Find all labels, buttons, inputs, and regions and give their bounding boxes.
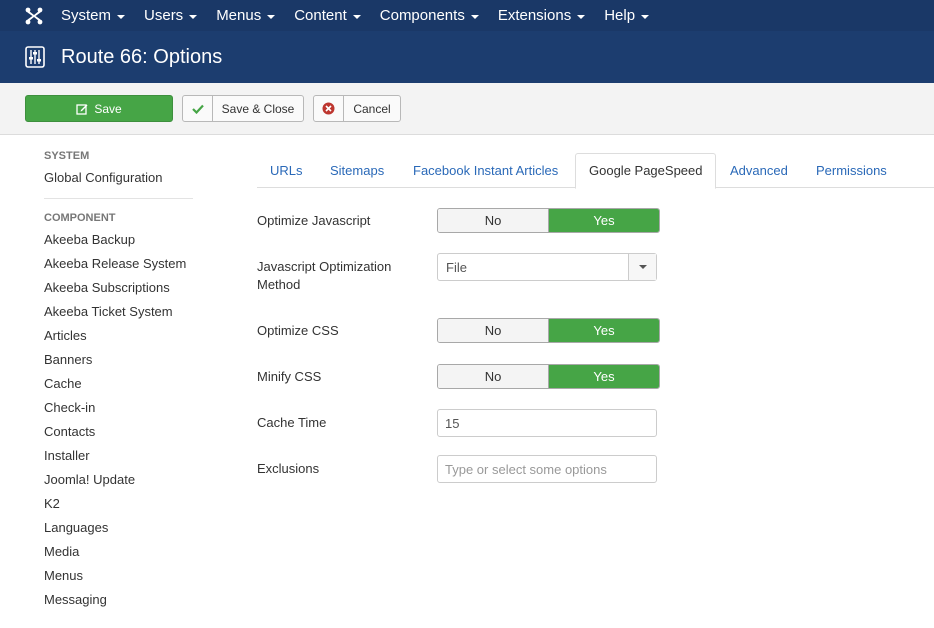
toolbar: Save Save & Close Cancel [0,83,934,135]
options-tabs: URLs Sitemaps Facebook Instant Articles … [257,153,934,189]
menu-label: Users [144,7,184,24]
sidebar: SYSTEM Global Configuration COMPONENT Ak… [44,150,194,612]
tab-sitemaps[interactable]: Sitemaps [317,153,397,188]
menu-users[interactable]: Users [144,7,198,24]
sidebar-item[interactable]: Joomla! Update [44,468,194,492]
sidebar-item[interactable]: Media [44,540,194,564]
caret-down-icon [641,14,650,19]
sidebar-divider [44,198,193,199]
optimize-css-yes-option[interactable]: Yes [549,319,659,342]
tab-facebook-instant-articles[interactable]: Facebook Instant Articles [400,153,571,188]
js-method-select[interactable]: File [437,253,657,281]
menu-label: Help [604,7,636,24]
top-navbar: System Users Menus Content Components Ex… [0,0,934,31]
sidebar-item[interactable]: Menus [44,564,194,588]
sidebar-heading-system: SYSTEM [44,150,90,162]
sidebar-item[interactable]: Banners [44,348,194,372]
minify-css-toggle: No Yes [437,364,660,389]
sidebar-item[interactable]: Akeeba Release System [44,252,194,276]
menu-label: Components [379,7,465,24]
menu-label: System [61,7,112,24]
sidebar-item[interactable]: Check-in [44,396,194,420]
exclusions-label: Exclusions [257,461,320,476]
sidebar-item[interactable]: K2 [44,492,194,516]
optimize-css-label: Optimize CSS [257,323,339,338]
minify-css-no-option[interactable]: No [438,365,549,388]
caret-down-icon [577,14,586,19]
caret-down-icon [189,14,198,19]
tab-google-pagespeed[interactable]: Google PageSpeed [575,153,717,189]
menu-label: Extensions [497,7,572,24]
sidebar-item[interactable]: Languages [44,516,194,540]
js-method-value: File [446,259,467,275]
save-label: Save [94,101,122,116]
caret-down-icon [267,14,276,19]
sidebar-item[interactable]: Installer [44,444,194,468]
minify-css-yes-option[interactable]: Yes [549,365,659,388]
menu-extensions[interactable]: Extensions [497,7,586,24]
optimize-js-no-option[interactable]: No [438,209,549,232]
optimize-js-toggle: No Yes [437,208,660,233]
save-button[interactable]: Save [25,95,173,122]
cache-time-input[interactable] [437,409,657,437]
exclusions-input[interactable] [437,455,657,483]
cancel-circle-icon [314,96,344,121]
save-close-label: Save & Close [221,101,295,116]
minify-css-label: Minify CSS [257,369,322,384]
optimize-js-label: Optimize Javascript [257,213,371,228]
cancel-button[interactable]: Cancel [313,95,401,122]
menu-components[interactable]: Components [380,7,479,24]
menu-content[interactable]: Content [294,7,361,24]
menu-label: Content [294,7,347,24]
caret-down-icon [470,14,479,19]
tab-permissions[interactable]: Permissions [803,153,900,188]
tab-advanced[interactable]: Advanced [717,153,801,188]
options-sliders-icon [25,46,45,68]
edit-icon [76,103,88,115]
optimize-css-toggle: No Yes [437,318,660,343]
menu-help[interactable]: Help [604,7,650,24]
sidebar-heading-component: COMPONENT [44,212,116,224]
sidebar-item[interactable]: Akeeba Subscriptions [44,276,194,300]
page-header: Route 66: Options [0,31,934,83]
cancel-label: Cancel [353,101,391,116]
optimize-js-yes-option[interactable]: Yes [549,209,659,232]
sidebar-item[interactable]: Messaging [44,588,194,612]
sidebar-item-global-configuration[interactable]: Global Configuration [44,166,194,190]
sidebar-item[interactable]: Akeeba Backup [44,228,194,252]
checkmark-icon [183,96,213,121]
sidebar-item[interactable]: Cache [44,372,194,396]
joomla-logo-icon[interactable] [18,0,49,31]
save-close-button[interactable]: Save & Close [182,95,304,122]
menu-menus[interactable]: Menus [216,7,276,24]
tab-urls[interactable]: URLs [257,153,316,188]
cache-time-label: Cache Time [257,415,327,430]
menu-system[interactable]: System [61,7,126,24]
menu-label: Menus [216,7,262,24]
page-title: Route 66: Options [61,45,223,68]
caret-down-icon [117,14,126,19]
optimize-css-no-option[interactable]: No [438,319,549,342]
sidebar-item[interactable]: Contacts [44,420,194,444]
chevron-down-icon [628,254,656,280]
caret-down-icon [352,14,361,19]
sidebar-item[interactable]: Akeeba Ticket System [44,300,194,324]
js-method-label: Javascript Optimization Method [257,259,392,292]
sidebar-item[interactable]: Articles [44,324,194,348]
